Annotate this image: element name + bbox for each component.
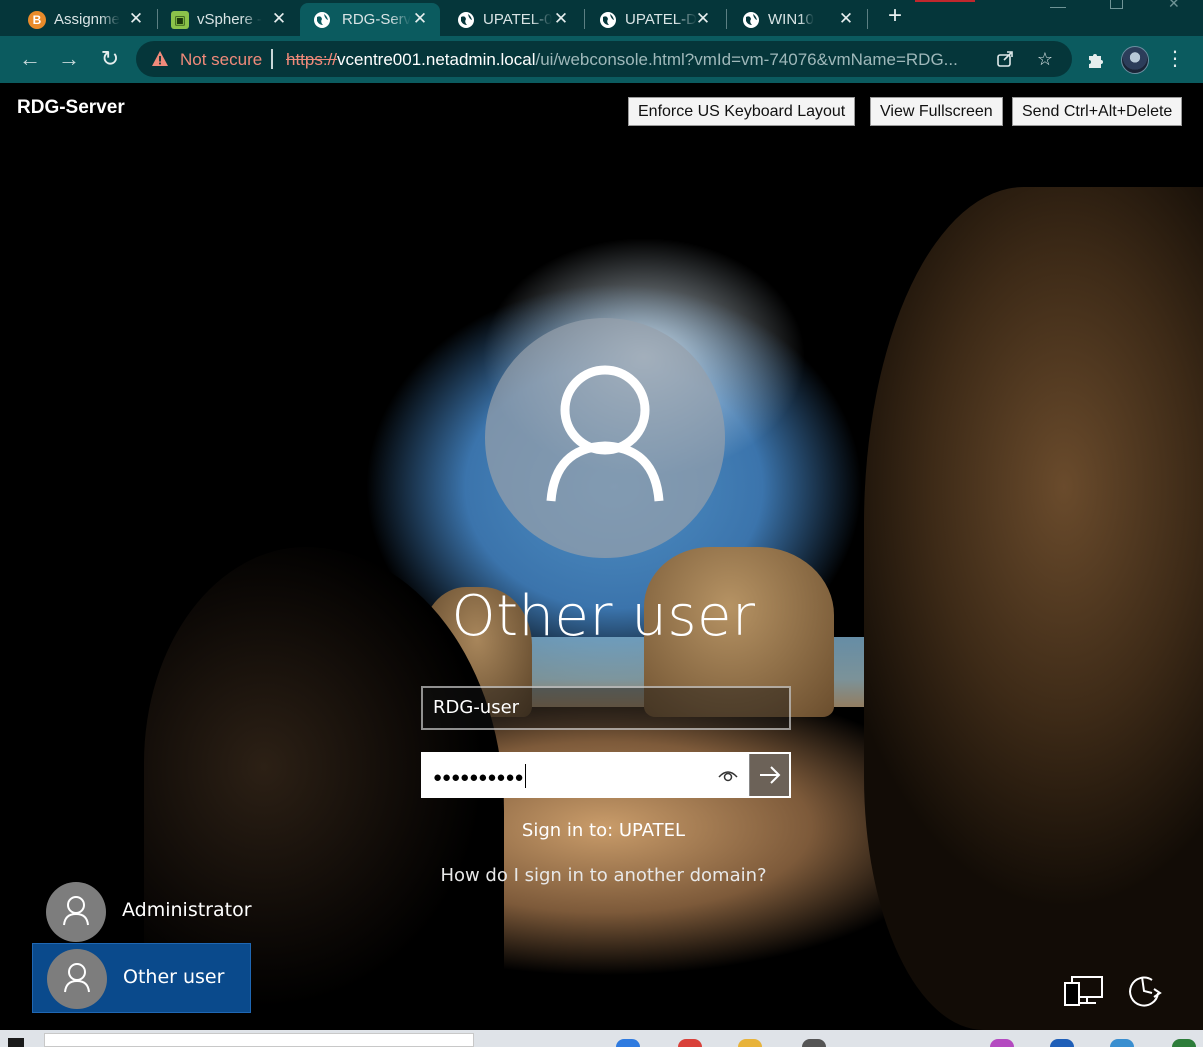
taskbar-app-icon[interactable] — [616, 1039, 640, 1047]
new-tab-button[interactable]: + — [884, 4, 906, 28]
enforce-keyboard-button[interactable]: Enforce US Keyboard Layout — [628, 97, 856, 126]
tab-upatel-0[interactable]: UPATEL-0 ✕ — [457, 3, 571, 36]
arrow-right-icon — [760, 766, 781, 784]
tab-title: Assignme — [54, 11, 120, 28]
close-window-icon[interactable]: ✕ — [1168, 0, 1182, 10]
selected-user-name: Other user — [451, 584, 756, 649]
window-controls — [915, 0, 975, 2]
tab-separator — [726, 9, 727, 29]
close-tab-icon[interactable]: ✕ — [693, 9, 713, 29]
account-name: Other user — [123, 966, 225, 988]
vsphere-icon: ▣ — [171, 11, 189, 29]
user-icon — [64, 963, 90, 993]
minimize-icon[interactable] — [1050, 0, 1066, 8]
globe-icon — [457, 11, 475, 29]
user-icon — [63, 896, 89, 926]
taskbar-app-icon[interactable] — [1172, 1039, 1196, 1047]
tab-win10[interactable]: WIN10 ✕ — [742, 3, 856, 36]
url-path: /ui/webconsole.html?vmId=vm-74076&vmName… — [535, 50, 958, 69]
account-name: Administrator — [122, 899, 252, 921]
tab-title: vSphere - — [197, 11, 263, 28]
tab-title: UPATEL-0 — [483, 11, 553, 28]
password-box: ●●●●●●●●●● — [421, 752, 791, 798]
password-mask: ●●●●●●●●●● — [433, 769, 524, 786]
close-tab-icon[interactable]: ✕ — [836, 9, 856, 29]
profile-avatar[interactable] — [1121, 46, 1149, 74]
close-tab-icon[interactable]: ✕ — [410, 9, 430, 29]
ease-of-access-icon[interactable] — [1122, 971, 1166, 1011]
maximize-icon[interactable] — [1110, 0, 1123, 9]
user-icon — [546, 365, 664, 502]
tab-title: UPATEL-D — [625, 11, 697, 28]
tab-assignment[interactable]: B Assignme ✕ — [28, 3, 146, 36]
extensions-icon[interactable] — [1084, 48, 1106, 70]
close-tab-icon[interactable]: ✕ — [269, 9, 289, 29]
tab-separator — [157, 9, 158, 29]
taskbar-app-icon[interactable] — [802, 1039, 826, 1047]
taskbar-search-input[interactable] — [44, 1033, 474, 1047]
taskbar-app-icon[interactable] — [990, 1039, 1014, 1047]
username-input[interactable]: RDG-user — [421, 686, 791, 730]
tab-upatel-d[interactable]: UPATEL-D ✕ — [599, 3, 713, 36]
tab-separator — [867, 9, 868, 29]
tab-rdg-server[interactable]: RDG-Serv ✕ — [300, 3, 440, 36]
start-icon[interactable] — [8, 1038, 24, 1047]
network-icon[interactable] — [1062, 971, 1106, 1011]
account-other-user[interactable]: Other user — [32, 943, 251, 1013]
not-secure-label[interactable]: Not secure — [180, 50, 262, 70]
account-avatar — [46, 882, 106, 942]
tab-title: WIN10 — [768, 11, 814, 28]
url-text[interactable]: https://vcentre001.netadmin.local/ui/web… — [286, 50, 986, 70]
reload-icon[interactable]: ↻ — [97, 46, 123, 72]
text-caret — [524, 764, 526, 789]
share-icon[interactable] — [995, 49, 1015, 69]
forward-icon[interactable]: → — [56, 46, 82, 72]
warning-icon — [152, 51, 168, 66]
url-scheme: https:// — [286, 50, 338, 69]
address-bar[interactable]: Not secure https://vcentre001.netadmin.l… — [136, 41, 1072, 77]
taskbar-app-icon[interactable] — [1110, 1039, 1134, 1047]
tab-vsphere[interactable]: ▣ vSphere - ✕ — [171, 3, 289, 36]
vm-screen[interactable]: Other user RDG-user ●●●●●●●●●● Sign in t… — [4, 187, 1203, 1030]
view-fullscreen-button[interactable]: View Fullscreen — [870, 97, 1003, 126]
b-icon: B — [28, 11, 46, 29]
close-tab-icon[interactable]: ✕ — [126, 9, 146, 29]
bookmark-star-icon[interactable]: ☆ — [1035, 49, 1055, 69]
menu-kebab-icon[interactable]: ⋮ — [1164, 48, 1186, 70]
globe-icon — [742, 11, 760, 29]
account-administrator[interactable]: Administrator — [32, 877, 252, 947]
tab-strip: B Assignme ✕ ▣ vSphere - ✕ RDG-Serv ✕ UP… — [0, 0, 1203, 36]
submit-arrow-button[interactable] — [749, 754, 789, 796]
user-avatar — [485, 318, 725, 558]
omnibox-separator — [271, 49, 273, 69]
vm-title: RDG-Server — [17, 97, 125, 118]
browser-toolbar: ← → ↻ Not secure https://vcentre001.neta… — [0, 36, 1203, 83]
taskbar-app-icon[interactable] — [738, 1039, 762, 1047]
password-input[interactable]: ●●●●●●●●●● — [423, 754, 749, 796]
tab-title: RDG-Serv — [342, 11, 412, 28]
close-tab-icon[interactable]: ✕ — [551, 9, 571, 29]
back-icon[interactable]: ← — [17, 46, 43, 72]
globe-icon — [599, 11, 617, 29]
reveal-password-icon[interactable] — [717, 765, 739, 785]
tab-separator — [584, 9, 585, 29]
account-avatar — [47, 949, 107, 1009]
host-taskbar — [0, 1030, 1203, 1047]
globe-icon — [313, 11, 331, 29]
sign-in-domain: Sign in to: UPATEL — [521, 820, 686, 841]
web-console: RDG-Server Enforce US Keyboard Layout Vi… — [0, 83, 1203, 1030]
send-ctrl-alt-delete-button[interactable]: Send Ctrl+Alt+Delete — [1012, 97, 1183, 126]
url-host: vcentre001.netadmin.local — [337, 50, 536, 69]
taskbar-app-icon[interactable] — [678, 1039, 702, 1047]
taskbar-app-icon[interactable] — [1050, 1039, 1074, 1047]
